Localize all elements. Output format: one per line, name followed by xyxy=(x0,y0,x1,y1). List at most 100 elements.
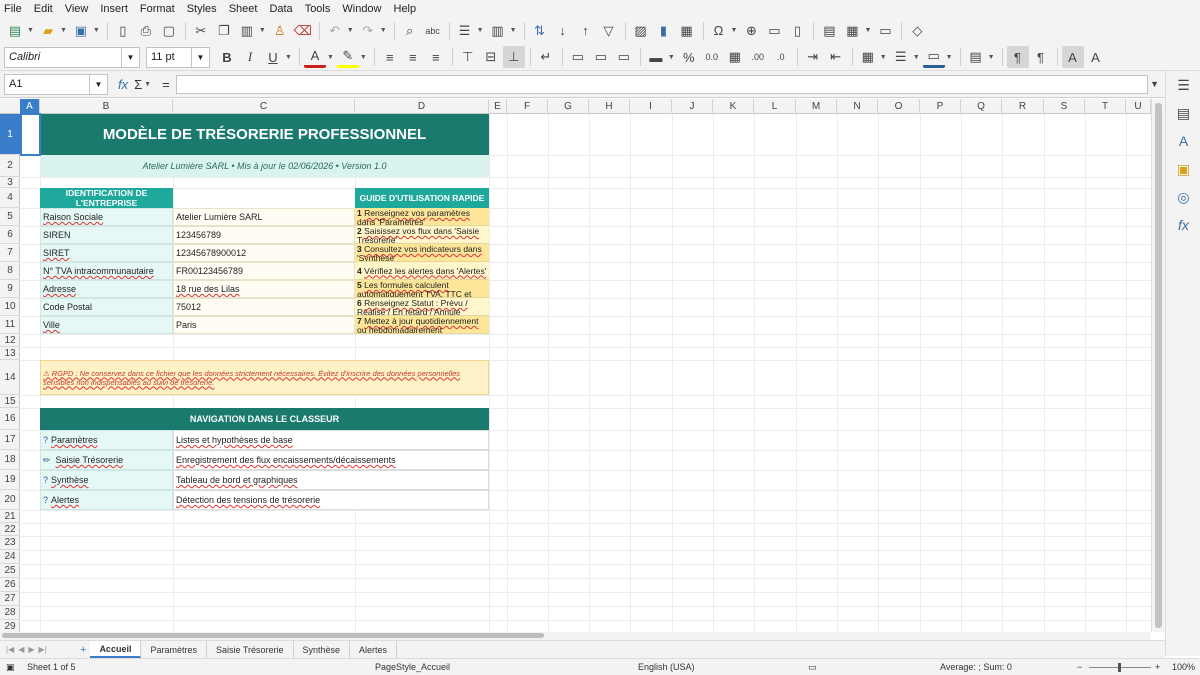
language[interactable]: English (USA) xyxy=(638,662,695,672)
id-value-cell[interactable]: Paris xyxy=(173,316,355,334)
menu-file[interactable]: File xyxy=(4,3,22,15)
pivot-table-icon[interactable]: ▦ xyxy=(676,20,698,42)
guide-header-cell[interactable]: GUIDE D'UTILISATION RAPIDE xyxy=(355,188,489,208)
properties-icon[interactable]: ▤ xyxy=(1166,99,1200,127)
column-header-d[interactable]: D xyxy=(355,99,489,114)
selection-mode-icon[interactable]: ▭ xyxy=(808,662,817,673)
guide-step-cell[interactable]: 2 Saisissez vos flux dans 'Saisie Trésor… xyxy=(355,226,489,244)
id-value-cell[interactable]: 75012 xyxy=(173,298,355,316)
guide-step-cell[interactable]: 1 Renseignez vos paramètres dans 'Paramè… xyxy=(355,208,489,226)
id-value-cell[interactable]: 123456789 xyxy=(173,226,355,244)
sort-ascending-icon[interactable]: ↓ xyxy=(552,20,574,42)
align-left-icon[interactable]: ≡ xyxy=(379,46,401,68)
menu-styles[interactable]: Styles xyxy=(187,3,217,15)
first-sheet-icon[interactable]: |◀ xyxy=(6,645,14,654)
page-style[interactable]: PageStyle_Accueil xyxy=(375,662,450,672)
left-to-right-icon[interactable]: ¶ xyxy=(1006,46,1029,68)
hyperlink-icon[interactable]: ⊕ xyxy=(740,20,762,42)
currency-format-icon[interactable]: ▬ xyxy=(645,46,667,68)
navigation-header-cell[interactable]: NAVIGATION DANS LE CLASSEUR xyxy=(40,408,489,430)
styles-icon[interactable]: A xyxy=(1166,127,1200,155)
row-header-22[interactable]: 22 xyxy=(0,523,20,536)
row-header-13[interactable]: 13 xyxy=(0,347,20,360)
id-label-cell[interactable]: N° TVA intracommunautaire xyxy=(40,262,173,280)
guide-step-cell[interactable]: 5 Les formules calculent automatiquement… xyxy=(355,280,489,298)
highlight-dropdown-icon[interactable]: ▼ xyxy=(360,54,367,61)
cut-icon[interactable]: ✂ xyxy=(190,20,212,42)
special-character-dropdown-icon[interactable]: ▼ xyxy=(731,27,738,34)
navigator-icon[interactable]: ◎ xyxy=(1166,183,1200,211)
font-name-dropdown-icon[interactable]: ▼ xyxy=(121,47,139,67)
nav-item-description-cell[interactable]: Enregistrement des flux encaissements/dé… xyxy=(173,450,489,470)
sort-icon[interactable]: ⇅ xyxy=(529,20,551,42)
border-style-dropdown-icon[interactable]: ▼ xyxy=(913,54,920,61)
column-header-r[interactable]: R xyxy=(1002,99,1044,114)
rgpd-notice-cell[interactable]: ⚠ RGPD : Ne conservez dans ce fichier qu… xyxy=(40,360,489,395)
column-header-o[interactable]: O xyxy=(878,99,920,114)
sidebar-menu-icon[interactable]: ☰ xyxy=(1166,71,1200,99)
guide-step-cell[interactable]: 3 Consultez vos indicateurs dans 'Synthè… xyxy=(355,244,489,262)
insert-image-icon[interactable]: ▨ xyxy=(630,20,652,42)
italic-icon[interactable]: I xyxy=(239,46,261,68)
column-dropdown-icon[interactable]: ▼ xyxy=(510,27,517,34)
id-label-cell[interactable]: Adresse xyxy=(40,280,173,298)
formula-input[interactable] xyxy=(175,74,1148,94)
last-sheet-icon[interactable]: ▶| xyxy=(39,645,47,654)
formula-icon[interactable]: = xyxy=(162,77,170,92)
tab-alertes[interactable]: Alertes xyxy=(350,641,398,658)
paste-icon[interactable]: ▥ xyxy=(236,20,258,42)
autofilter-icon[interactable]: ▽ xyxy=(598,20,620,42)
save-dropdown-icon[interactable]: ▼ xyxy=(93,27,100,34)
nav-item-alertes[interactable]: ? Alertes xyxy=(40,490,173,510)
undo-icon[interactable]: ↶ xyxy=(324,20,346,42)
tab-accueil[interactable]: Accueil xyxy=(90,641,142,658)
row-header-25[interactable]: 25 xyxy=(0,564,20,578)
row-header-17[interactable]: 17 xyxy=(0,430,20,450)
number-format-icon[interactable]: 0.0 xyxy=(701,46,723,68)
font-size-dropdown-icon[interactable]: ▼ xyxy=(191,47,209,67)
tab-parametres[interactable]: Paramètres xyxy=(141,641,207,658)
new-icon[interactable]: ▤ xyxy=(4,20,26,42)
wrap-text-icon[interactable]: ↵ xyxy=(535,46,557,68)
zoom-slider-handle[interactable] xyxy=(1118,663,1121,672)
conditional-format-icon[interactable]: ▤ xyxy=(965,46,987,68)
export-pdf-icon[interactable]: ▯ xyxy=(112,20,134,42)
row-header-23[interactable]: 23 xyxy=(0,536,20,550)
nav-item-description-cell[interactable]: Tableau de bord et graphiques xyxy=(173,470,489,490)
border-style-icon[interactable]: ☰ xyxy=(890,46,912,68)
vertical-scrollbar[interactable] xyxy=(1151,99,1165,632)
align-center-icon[interactable]: ≡ xyxy=(402,46,424,68)
cell-area[interactable]: MODÈLE DE TRÉSORERIE PROFESSIONNEL Ateli… xyxy=(20,113,1151,632)
nav-item-synthese[interactable]: ? Synthèse xyxy=(40,470,173,490)
row-header-11[interactable]: 11 xyxy=(0,316,20,334)
spelling-icon[interactable]: abc xyxy=(422,20,444,42)
nav-item-description-cell[interactable]: Listes et hypothèses de base xyxy=(173,430,489,450)
decrease-indent-icon[interactable]: ⇤ xyxy=(825,46,847,68)
redo-icon[interactable]: ↷ xyxy=(357,20,379,42)
unmerge-cells-icon[interactable]: ▭ xyxy=(613,46,635,68)
font-size-box[interactable]: 11 pt ▼ xyxy=(146,46,210,68)
tab-synthese[interactable]: Synthèse xyxy=(294,641,351,658)
merge-center-icon[interactable]: ▭ xyxy=(567,46,589,68)
highlight-color-icon[interactable]: ✎ xyxy=(336,46,359,68)
row-header-7[interactable]: 7 xyxy=(0,244,20,262)
id-label-cell[interactable]: Ville xyxy=(40,316,173,334)
guide-step-cell[interactable]: 7 Mettez à jour quotidiennement ou hebdo… xyxy=(355,316,489,334)
column-header-n[interactable]: N xyxy=(837,99,878,114)
conditional-dropdown-icon[interactable]: ▼ xyxy=(988,54,995,61)
menu-help[interactable]: Help xyxy=(394,3,417,15)
column-header-g[interactable]: G xyxy=(548,99,589,114)
row-header-28[interactable]: 28 xyxy=(0,606,20,620)
row-header-8[interactable]: 8 xyxy=(0,262,20,280)
row-header-14[interactable]: 14 xyxy=(0,360,20,395)
menu-sheet[interactable]: Sheet xyxy=(229,3,258,15)
row-header-2[interactable]: 2 xyxy=(0,155,20,177)
functions-icon[interactable]: fx xyxy=(1166,211,1200,239)
column-header-q[interactable]: Q xyxy=(961,99,1002,114)
column-header-m[interactable]: M xyxy=(796,99,837,114)
font-color-dropdown-icon[interactable]: ▼ xyxy=(327,54,334,61)
column-header-l[interactable]: L xyxy=(754,99,796,114)
row-header-10[interactable]: 10 xyxy=(0,298,20,316)
open-dropdown-icon[interactable]: ▼ xyxy=(60,27,67,34)
header-footer-icon[interactable]: ▯ xyxy=(786,20,808,42)
